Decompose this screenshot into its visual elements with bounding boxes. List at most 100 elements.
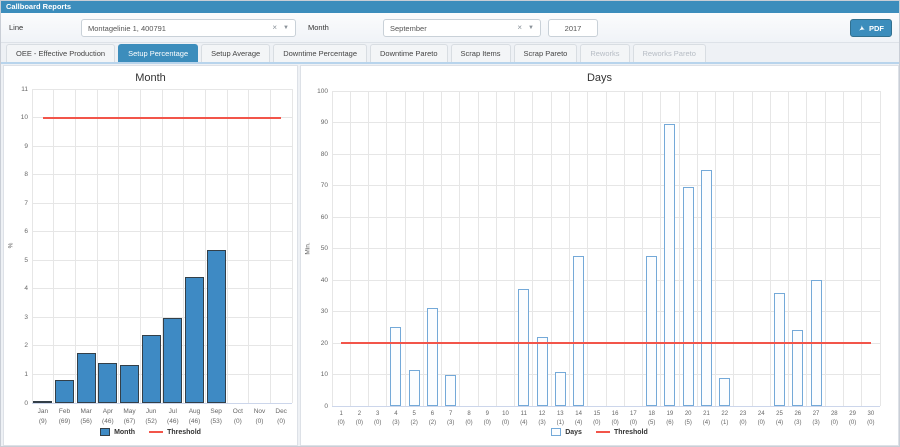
gridline xyxy=(788,91,789,406)
gridline xyxy=(642,91,643,406)
category-label: Aug(46) xyxy=(184,407,206,427)
bar xyxy=(664,124,675,406)
gridline xyxy=(752,91,753,406)
bar xyxy=(207,250,226,403)
tab-downtime-percentage[interactable]: Downtime Percentage xyxy=(273,44,367,62)
chevron-down-icon[interactable]: ▼ xyxy=(280,19,295,37)
bar xyxy=(98,363,117,403)
y-tick-label: 90 xyxy=(301,119,328,126)
y-tick-label: 6 xyxy=(4,228,28,235)
legend-item-series[interactable]: Days xyxy=(551,428,582,436)
category-label: 21(4) xyxy=(697,410,715,429)
y-tick-label: 30 xyxy=(301,308,328,315)
category-label: 13(1) xyxy=(551,410,569,429)
gridline xyxy=(97,89,98,403)
y-tick-label: 2 xyxy=(4,342,28,349)
category-label: 29(0) xyxy=(843,410,861,429)
tab-setup-average[interactable]: Setup Average xyxy=(201,44,270,62)
y-tick-label: 50 xyxy=(301,245,328,252)
bar xyxy=(390,327,401,406)
bar xyxy=(555,372,566,406)
gridline xyxy=(496,91,497,406)
chevron-down-icon[interactable]: ▼ xyxy=(525,19,540,37)
month-chart-panel: Month%01234567891011Jan(9)Feb(69)Mar(56)… xyxy=(3,65,298,446)
category-label: 6(2) xyxy=(423,410,441,429)
year-input[interactable] xyxy=(548,19,598,37)
category-label: 24(0) xyxy=(752,410,770,429)
gridline xyxy=(405,91,406,406)
bar xyxy=(445,375,456,406)
category-label: 5(2) xyxy=(405,410,423,429)
y-tick-label: 10 xyxy=(4,114,28,121)
x-axis-line xyxy=(32,403,292,404)
gridline xyxy=(825,91,826,406)
line-select[interactable]: Montagelinie 1, 400791 × ▼ xyxy=(81,19,296,37)
category-label: 28(0) xyxy=(825,410,843,429)
bar xyxy=(427,308,438,406)
threshold-line xyxy=(43,117,281,119)
category-label: Jan(9) xyxy=(32,407,54,427)
bar xyxy=(409,370,420,406)
bar xyxy=(537,337,548,406)
gridline xyxy=(569,91,570,406)
gridline xyxy=(880,91,881,406)
category-label: 27(3) xyxy=(807,410,825,429)
bar xyxy=(774,293,785,406)
y-tick-label: 5 xyxy=(4,257,28,264)
bar xyxy=(55,380,74,403)
y-tick-label: 0 xyxy=(301,403,328,410)
chart-legend: Days Threshold xyxy=(301,428,898,436)
chart-title: Days xyxy=(301,72,898,84)
tab-downtime-pareto[interactable]: Downtime Pareto xyxy=(370,44,448,62)
gridline xyxy=(697,91,698,406)
legend-item-series[interactable]: Month xyxy=(100,428,135,436)
gridline xyxy=(270,89,271,403)
legend-item-threshold[interactable]: Threshold xyxy=(149,429,201,436)
bar xyxy=(163,318,182,403)
gridline xyxy=(679,91,680,406)
gridline xyxy=(606,91,607,406)
pdf-button[interactable]: PDF xyxy=(850,19,892,37)
tab-reworks-pareto: Reworks Pareto xyxy=(633,44,706,62)
series-legend-swatch xyxy=(100,428,110,436)
tab-oee-effective-production[interactable]: OEE - Effective Production xyxy=(6,44,115,62)
category-label: 18(5) xyxy=(643,410,661,429)
category-label: 23(0) xyxy=(734,410,752,429)
clear-icon[interactable]: × xyxy=(269,20,280,36)
tab-reworks: Reworks xyxy=(580,44,629,62)
category-label: 9(0) xyxy=(478,410,496,429)
month-label: Month xyxy=(308,23,329,32)
legend-item-threshold[interactable]: Threshold xyxy=(596,429,648,436)
tab-setup-percentage[interactable]: Setup Percentage xyxy=(118,44,198,62)
category-label: Feb(69) xyxy=(54,407,76,427)
tab-scrap-items[interactable]: Scrap Items xyxy=(451,44,511,62)
y-tick-label: 11 xyxy=(4,86,28,93)
x-axis-line xyxy=(332,406,880,407)
gridline xyxy=(532,91,533,406)
gridline xyxy=(32,89,33,403)
y-tick-label: 0 xyxy=(4,400,28,407)
category-label: Dec(0) xyxy=(270,407,292,427)
gridline xyxy=(478,91,479,406)
y-tick-label: 10 xyxy=(301,371,328,378)
gridline xyxy=(861,91,862,406)
y-tick-label: 8 xyxy=(4,171,28,178)
y-tick-label: 9 xyxy=(4,143,28,150)
pdf-icon xyxy=(858,24,866,32)
filter-bar: Line Montagelinie 1, 400791 × ▼ Month Se… xyxy=(1,13,899,43)
y-tick-label: 7 xyxy=(4,200,28,207)
clear-icon[interactable]: × xyxy=(514,20,525,36)
tab-scrap-pareto[interactable]: Scrap Pareto xyxy=(514,44,578,62)
window-title: Callboard Reports xyxy=(1,1,899,13)
threshold-legend-line xyxy=(149,431,163,433)
gridline xyxy=(587,91,588,406)
category-label: 4(3) xyxy=(387,410,405,429)
y-tick-label: 40 xyxy=(301,277,328,284)
gridline xyxy=(118,89,119,403)
category-label: 8(0) xyxy=(460,410,478,429)
month-select[interactable]: September × ▼ xyxy=(383,19,541,37)
category-label: 25(4) xyxy=(770,410,788,429)
gridline xyxy=(770,91,771,406)
category-label: 15(0) xyxy=(588,410,606,429)
y-tick-label: 80 xyxy=(301,151,328,158)
